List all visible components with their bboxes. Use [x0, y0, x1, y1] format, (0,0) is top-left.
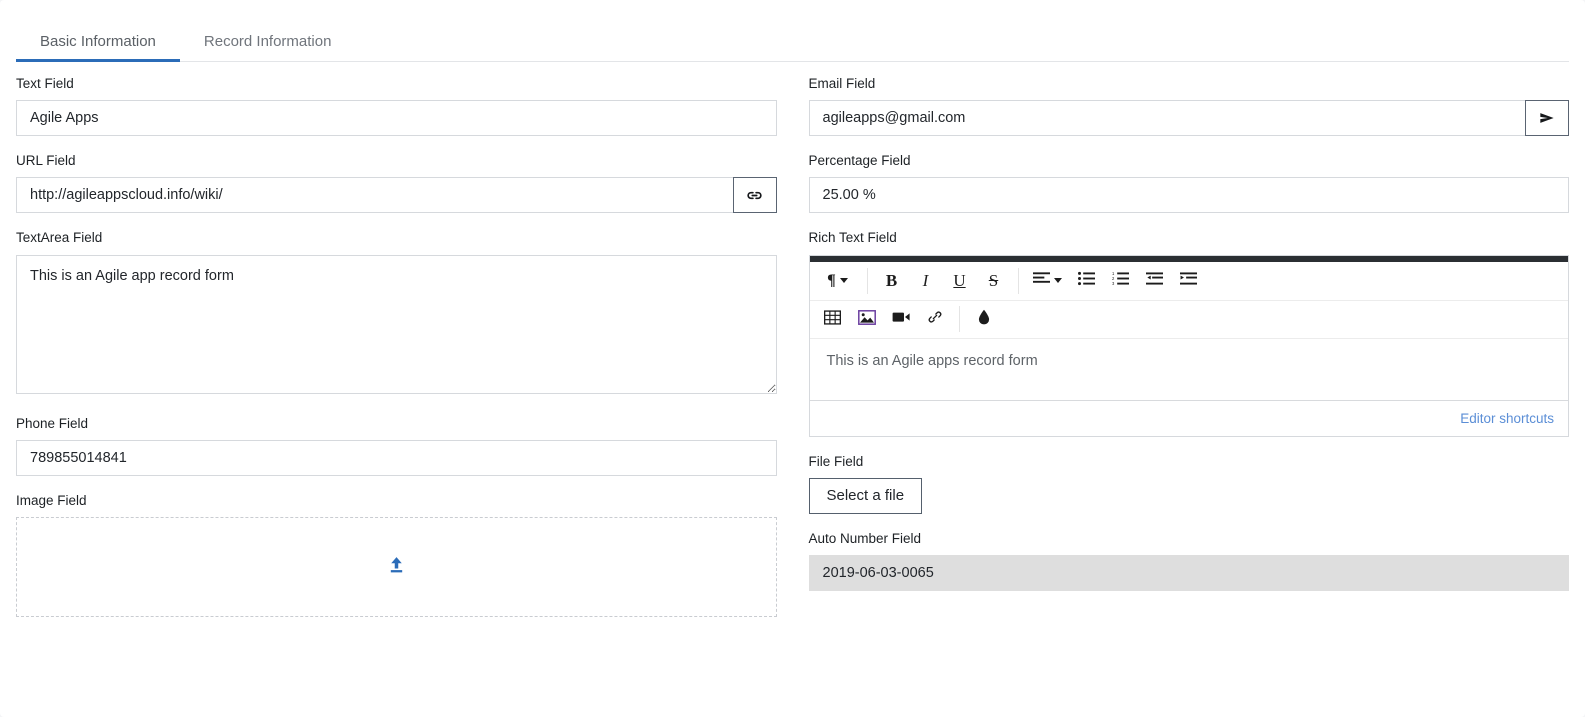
auto-number-field-input	[808, 555, 1569, 592]
url-field-group	[16, 177, 777, 214]
toolbar-divider	[1017, 267, 1019, 294]
paragraph-format-icon: ¶	[827, 271, 836, 289]
editor-footer: Editor shortcuts	[809, 399, 1568, 436]
select-a-file-button[interactable]: Select a file	[808, 477, 923, 515]
chevron-down-icon	[839, 278, 848, 284]
image-field-dropzone[interactable]	[16, 516, 777, 617]
rich-text-content-area[interactable]: This is an Agile apps record form	[809, 337, 1568, 400]
editor-shortcuts-link[interactable]: Editor shortcuts	[1460, 411, 1554, 426]
outdent-icon	[1146, 271, 1163, 290]
insert-image-icon	[857, 309, 876, 329]
textarea-field-input[interactable]: This is an Agile app record form	[16, 254, 777, 394]
unordered-list-button[interactable]	[1070, 266, 1104, 296]
field-rich-text: Rich Text Field ¶ B I U S 1 2 3 This is …	[808, 230, 1569, 437]
strikethrough-icon: S	[988, 271, 999, 291]
rich-text-editor: ¶ B I U S 1 2 3 This is an Agile apps re…	[808, 254, 1569, 437]
textarea-field-label: TextArea Field	[16, 230, 103, 246]
tab-basic-information[interactable]: Basic Information	[16, 34, 180, 62]
field-phone: Phone Field	[16, 416, 777, 476]
email-field-group	[808, 100, 1569, 137]
record-form-page: Basic Information Record Information Tex…	[0, 0, 1585, 717]
insert-image-button[interactable]	[850, 304, 884, 334]
italic-icon: I	[922, 271, 929, 291]
url-field-input[interactable]	[16, 177, 733, 214]
svg-text:3: 3	[1112, 281, 1115, 286]
tab-record-information[interactable]: Record Information	[180, 34, 356, 62]
url-field-label: URL Field	[16, 153, 76, 169]
outdent-button[interactable]	[1138, 266, 1172, 296]
rich-text-field-label: Rich Text Field	[808, 230, 897, 246]
insert-link-icon	[926, 309, 944, 329]
table-icon	[823, 309, 842, 329]
email-field-label: Email Field	[808, 76, 876, 91]
editor-toolbar-row-1: ¶ B I U S 1 2 3	[810, 262, 1569, 300]
align-left-icon	[1033, 271, 1050, 290]
field-file: File Field Select a file	[808, 453, 1570, 515]
text-color-button[interactable]	[967, 304, 1001, 334]
tab-basic-information-label: Basic Information	[40, 33, 156, 50]
insert-video-icon	[892, 310, 910, 328]
percentage-field-label: Percentage Field	[808, 153, 911, 169]
link-icon	[745, 186, 764, 205]
paragraph-format-button[interactable]: ¶	[816, 266, 860, 296]
field-textarea: TextArea Field This is an Agile app reco…	[16, 230, 777, 398]
insert-table-button[interactable]	[816, 304, 850, 334]
insert-link-button[interactable]	[918, 304, 952, 334]
italic-button[interactable]: I	[909, 266, 943, 296]
field-text: Text Field	[16, 76, 777, 137]
form-column-right: Email Field Percentage Field	[793, 76, 1570, 634]
upload-icon	[386, 554, 407, 580]
bold-icon: B	[885, 271, 898, 291]
form-column-left: Text Field URL Field	[16, 76, 793, 634]
underline-button[interactable]: U	[943, 266, 977, 296]
auto-number-field-label: Auto Number Field	[808, 531, 922, 547]
url-open-link-button[interactable]	[732, 177, 777, 214]
align-button[interactable]	[1026, 266, 1070, 296]
field-email: Email Field	[808, 76, 1569, 137]
phone-field-input[interactable]	[16, 439, 777, 476]
indent-icon	[1180, 271, 1197, 290]
send-icon	[1537, 108, 1557, 128]
ordered-list-icon: 1 2 3	[1112, 271, 1129, 290]
unordered-list-icon	[1078, 271, 1095, 290]
toolbar-divider	[866, 267, 868, 294]
field-image: Image Field	[16, 493, 777, 617]
form-body: Text Field URL Field	[0, 62, 1585, 634]
toolbar-divider	[958, 306, 960, 333]
image-field-label: Image Field	[16, 492, 87, 508]
strikethrough-button[interactable]: S	[977, 266, 1011, 296]
text-field-input[interactable]	[16, 100, 777, 137]
email-field-input[interactable]	[808, 100, 1525, 137]
field-url: URL Field	[16, 153, 777, 214]
insert-video-button[interactable]	[884, 304, 918, 334]
chevron-down-icon	[1054, 278, 1062, 284]
indent-button[interactable]	[1172, 266, 1206, 296]
bold-button[interactable]: B	[875, 266, 909, 296]
file-field-label: File Field	[808, 453, 864, 469]
text-field-label: Text Field	[16, 76, 74, 91]
underline-icon: U	[953, 271, 966, 291]
field-percentage: Percentage Field	[808, 153, 1569, 214]
phone-field-label: Phone Field	[16, 415, 89, 431]
tab-record-information-label: Record Information	[203, 33, 332, 50]
field-auto-number: Auto Number Field	[808, 531, 1569, 592]
tab-bar: Basic Information Record Information	[0, 0, 1585, 62]
text-color-icon	[977, 309, 991, 329]
ordered-list-button[interactable]: 1 2 3	[1104, 266, 1138, 296]
percentage-field-input[interactable]	[808, 177, 1569, 214]
editor-toolbar-row-2	[809, 299, 1568, 338]
email-send-button[interactable]	[1525, 100, 1569, 137]
